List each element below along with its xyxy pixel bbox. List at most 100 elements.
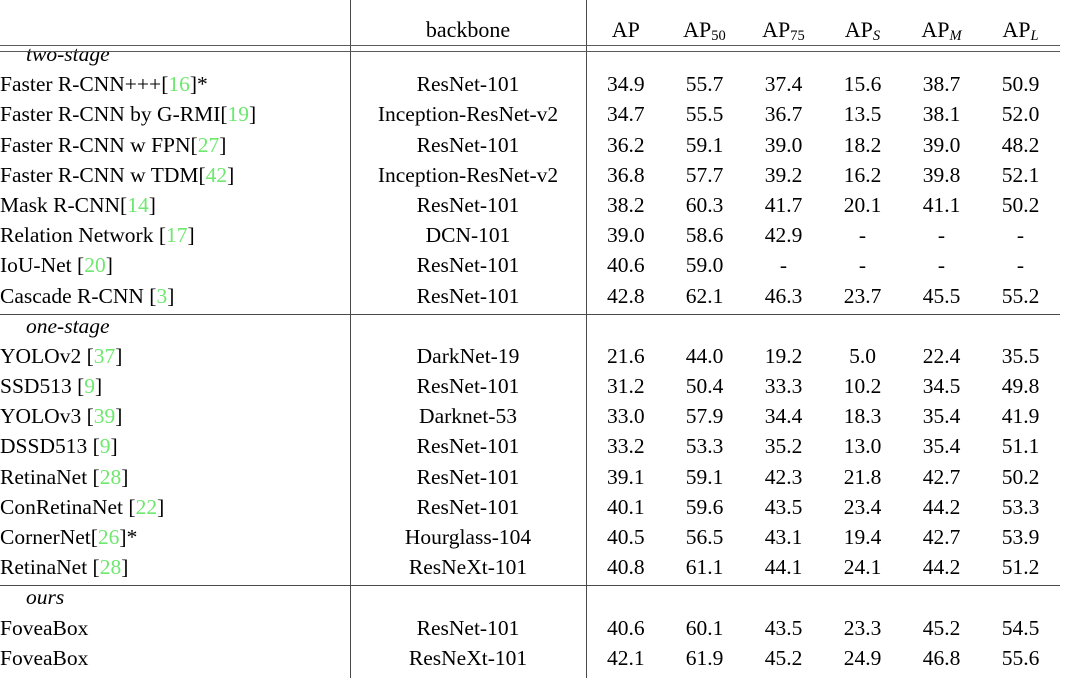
citation-bracket-open: [ [198,162,206,187]
method-name: Mask R-CNN [0,192,121,217]
cell-apl: 49.8 [1001,374,1040,399]
cell-ap50: 60.3 [685,192,724,217]
cell-method: Faster R-CNN by G-RMI[19] [0,104,350,134]
table-row: RetinaNet [28] ResNet-101 39.1 59.1 42.3 21.8… [0,464,1060,497]
citation-reference[interactable]: 19 [228,102,250,126]
table-row: Faster R-CNN+++[16]* ResNet-101 34.9 55.7 37… [0,72,1060,105]
cell-method: DSSD513 [9] [0,436,350,466]
cell-apm: 35.4 [922,434,961,459]
cell-backbone: ResNet-101 [349,194,587,226]
cell-method: Faster R-CNN+++[16]* [0,72,350,104]
cell-backbone: Inception-ResNet-v2 [349,104,587,135]
citation-reference[interactable]: 3 [156,284,167,308]
cell-aps: 10.2 [843,374,882,399]
citation-bracket-open: [ [92,434,100,459]
cell-apm [902,44,981,74]
citation-bracket-open: [ [128,494,136,519]
citation-reference[interactable]: 9 [84,374,95,398]
citation-reference[interactable]: 9 [100,434,111,458]
cell-aps: 19.4 [843,525,882,549]
table-head: backbone AP AP50 AP75 APS APM APL [0,0,1060,44]
citation-reference[interactable]: 28 [100,555,122,579]
table-row: ConRetinaNet [22] ResNet-101 40.1 59.6 43.5 2… [0,494,1060,527]
table-row: Faster R-CNN w FPN[27] ResNet-101 36.2 59.1… [0,132,1060,165]
citation-bracket-close: ] [110,434,118,459]
rule-header-bottom [0,51,1060,52]
cell-method: Faster R-CNN w FPN[27] [0,133,350,165]
ap-label: AP [683,17,712,42]
cell-backbone: Inception-ResNet-v2 [349,164,587,195]
column-header-method [0,0,350,44]
cell-apm: 44.2 [922,555,961,580]
cell-apm: 41.1 [922,192,961,217]
citation-reference[interactable]: 27 [198,133,220,157]
table-row: DSSD513 [9] ResNet-101 33.2 53.3 35.2 13.0 35.… [0,434,1060,467]
rule-group-separator-2 [0,585,1060,587]
cell-ap75: 42.9 [764,223,803,248]
cell-backbone: ResNet-101 [349,617,587,648]
cell-aps: 21.8 [843,464,882,489]
citation-reference[interactable]: 26 [98,525,120,549]
cell-backbone: ResNeXt-101 [349,647,587,678]
cell-backbone: Hourglass-104 [349,526,587,558]
citation-bracket-open: [ [86,404,94,429]
citation-reference[interactable]: 39 [94,404,116,428]
ap-label: AP [611,17,640,42]
apl-subscript: L [1030,28,1039,45]
group-label-two-stage: two-stage [26,42,110,66]
cell-backbone: ResNet-101 [349,436,587,467]
method-name: YOLOv3 [0,404,82,429]
cell-ap75: 42.3 [764,464,803,489]
citation-reference[interactable]: 37 [94,344,116,368]
cell-apl: 50.2 [1001,192,1040,217]
citation-reference[interactable]: 16 [168,72,190,96]
column-header-ap75: AP75 [744,0,823,44]
method-name: Faster R-CNN w TDM [0,162,199,187]
cell-backbone: ResNeXt-101 [349,556,587,588]
cell-ap50: 55.5 [685,102,724,127]
cell-ap75 [744,587,823,617]
cell-apm: - [937,223,946,248]
cell-aps: 18.2 [843,132,882,157]
cell-apl [981,587,1060,617]
table-header-row: backbone AP AP50 AP75 APS APM APL [0,0,1060,44]
table-group-row: two-stage [0,42,1060,75]
cell-ap75 [744,316,823,346]
citation-bracket-close: ] [121,464,129,489]
method-name: FoveaBox [0,615,89,640]
cell-apl: 54.5 [1001,615,1040,640]
citation-reference[interactable]: 42 [206,163,228,187]
cell-apl [981,44,1060,74]
cell-ap: 39.1 [606,464,645,489]
cell-ap: 21.6 [606,343,645,368]
citation-bracket-close: ] [115,404,123,429]
cell-method: RetinaNet [28] [0,464,350,497]
cell-apm: 45.2 [922,615,961,640]
citation-bracket-close: ] [167,283,175,308]
cell-ap75: 34.4 [764,404,803,429]
cell-method: FoveaBox [0,647,350,678]
cell-ap50: 53.3 [685,434,724,459]
cell-ap: 42.8 [606,283,645,308]
citation-bracket-open: [ [92,555,100,580]
cell-apm: 46.8 [922,645,961,670]
citation-reference[interactable]: 22 [136,495,158,519]
cell-ap75: 37.4 [764,72,803,97]
cell-ap: 40.6 [606,253,645,278]
cell-backbone: ResNet-101 [349,254,587,286]
citation-reference[interactable]: 17 [166,223,188,247]
cell-method: IoU-Net [20] [0,255,350,285]
method-name: IoU-Net [0,253,72,278]
citation-reference[interactable]: 20 [84,253,106,277]
rule-group-separator-1 [0,313,1060,315]
ap-label: AP [844,17,873,42]
cell-aps: 13.0 [843,434,882,459]
citation-bracket-open: [ [86,343,94,368]
column-header-apl: APL [981,0,1060,44]
cell-aps: 23.7 [843,283,882,308]
cell-method: ConRetinaNet [22] [0,494,350,527]
ap-label: AP [921,17,950,42]
cell-apl: 41.9 [1001,404,1040,429]
citation-reference[interactable]: 28 [100,465,122,489]
citation-reference[interactable]: 14 [127,193,149,217]
